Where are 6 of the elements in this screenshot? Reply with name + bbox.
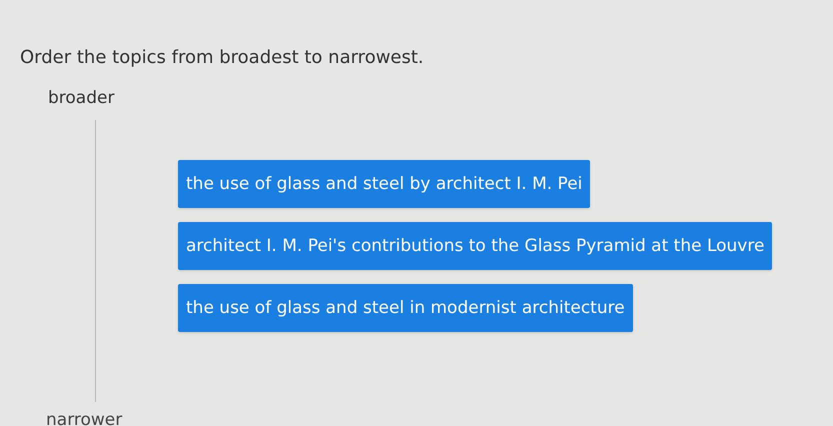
instruction: Order the topics from broadest to narrowest.: [20, 46, 424, 70]
topic-card[interactable]: the use of glass and steel in modernist architecture: [178, 284, 633, 332]
topic-card[interactable]: architect I. M. Pei's contributions to the Glass Pyramid at the Louvre: [178, 222, 772, 270]
topic-card[interactable]: the use of glass and steel by architect I. M. Pei: [178, 160, 590, 208]
broader-label: broader: [48, 87, 114, 110]
narrower-label: narrower: [46, 409, 122, 426]
